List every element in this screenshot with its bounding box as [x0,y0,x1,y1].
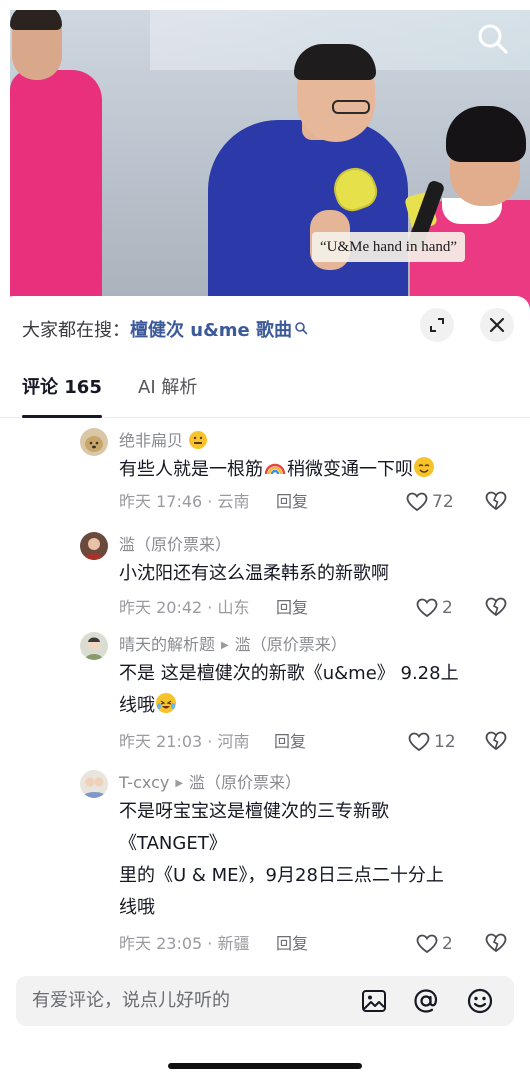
tab-ai-analysis[interactable]: AI 解析 [138,374,197,418]
dislike-button[interactable] [485,597,507,619]
comment-text: 有些人就是一根筋 稍微变通一下呗 [119,454,499,486]
comment-item: 晴天的解析题 ▶ 滥（原价票来） 不是 这是檀健次的新歌《u&me》 9.28上 线… [0,624,530,762]
like-button[interactable]: 2 [416,595,453,621]
comment-text-part: 稍微变通一下呗 [287,459,413,480]
comment-text-line: 线哦 [119,690,499,722]
heart-icon [416,934,438,954]
close-icon [489,317,505,333]
avatar[interactable] [80,532,108,560]
comment-list[interactable]: 绝非扁贝 有些人就是一根筋 稍微变通一下呗 昨天 17:46 · 云南 回复 7… [0,420,530,968]
image-button[interactable] [360,987,388,1015]
comment-text-part: 有些人就是一根筋 [119,459,263,480]
expand-button[interactable] [420,308,454,342]
broken-heart-icon [485,597,507,617]
comment-time-location: 昨天 17:46 · 云南 [119,492,250,511]
broken-heart-icon [485,491,507,511]
tab-bar: 评论 165 AI 解析 [0,374,530,418]
person-center-glasses [332,100,370,114]
avatar[interactable] [80,770,108,798]
broken-heart-icon [485,933,507,953]
image-icon [362,990,386,1012]
reply-button[interactable]: 回复 [276,932,308,956]
like-button[interactable]: 72 [406,489,454,515]
comment-item: 绝非扁贝 有些人就是一根筋 稍微变通一下呗 昨天 17:46 · 云南 回复 7… [0,420,530,524]
reply-button[interactable]: 回复 [274,730,306,754]
reply-button[interactable]: 回复 [276,490,308,514]
like-count: 12 [434,732,456,752]
comment-time-location: 昨天 20:42 · 山东 [119,598,250,617]
video-player[interactable]: “U&Me hand in hand” [0,0,530,310]
video-frame[interactable] [10,10,530,310]
heart-icon [408,732,430,752]
comment-time-location: 昨天 23:05 · 新疆 [119,934,250,953]
like-count: 2 [442,934,453,954]
comment-item: T-cxcy ▶ 滥（原价票来） 不是呀宝宝这是檀健次的三专新歌 《TANGET》 … [0,762,530,968]
person-center-hair [294,44,376,80]
avatar[interactable] [80,632,108,660]
comment-input-bar[interactable]: 有爱评论，说点儿好听的 [16,976,514,1026]
rainbow-emoji-icon [264,457,286,477]
reply-button[interactable]: 回复 [276,596,308,620]
person-left-hair [10,10,62,30]
heart-icon [406,492,428,512]
video-subtitle: “U&Me hand in hand” [312,232,466,262]
smile-emoji-icon [414,457,434,477]
expand-icon [430,318,444,332]
like-button[interactable]: 2 [416,931,453,957]
like-button[interactable]: 12 [408,729,456,755]
author-name: 晴天的解析题 [119,635,216,654]
comment-text-line: 《TANGET》 [119,833,227,854]
comment-text-line: 不是呀宝宝这是檀健次的三专新歌 [119,801,389,822]
dislike-button[interactable] [485,933,507,955]
laugh-cry-emoji-icon [156,693,176,713]
close-button[interactable] [480,308,514,342]
like-count: 72 [432,492,454,512]
suggestion-prefix: 大家都在搜： [22,320,130,341]
tab-comments[interactable]: 评论 165 [22,374,102,418]
heart-icon [416,598,438,618]
comment-input[interactable]: 有爱评论，说点儿好听的 [32,976,230,1026]
author-name: T-cxcy [119,773,170,792]
comment-text: 不是 这是檀健次的新歌《u&me》 9.28上 线哦 [119,658,499,722]
suggestion-query-link[interactable]: 檀健次 u&me 歌曲 [130,320,292,341]
dislike-button[interactable] [485,731,507,753]
like-count: 2 [442,598,453,618]
comment-author[interactable]: 滥（原价票来） [119,534,231,556]
emoji-icon [467,988,493,1014]
author-name: 绝非扁贝 [119,431,184,450]
comment-time-location: 昨天 21:03 · 河南 [119,732,250,751]
comment-author[interactable]: 绝非扁贝 [119,430,208,452]
reply-to-name: 滥（原价票来） [189,773,302,792]
comment-sheet: 大家都在搜：檀健次 u&me 歌曲 评论 165 AI 解析 绝非扁贝 有些人就… [0,296,530,1080]
reply-arrow-icon: ▶ [175,778,184,789]
comment-text-line: 里的《U & ME》，9月28日三点二十分上 [119,865,444,886]
reply-arrow-icon: ▶ [221,640,229,651]
comment-text-part: 线哦 [119,695,155,716]
person-left-shirt [10,70,102,310]
comment-author[interactable]: 晴天的解析题 ▶ 滥（原价票来） [119,634,347,656]
avatar[interactable] [80,428,108,456]
search-button[interactable] [474,20,512,58]
comment-author[interactable]: T-cxcy ▶ 滥（原价票来） [119,772,301,794]
search-suggestion[interactable]: 大家都在搜：檀健次 u&me 歌曲 [22,316,308,344]
dislike-button[interactable] [485,491,507,513]
search-icon [294,316,308,344]
reply-to-name: 滥（原价票来） [234,635,347,654]
emoji-button[interactable] [466,987,494,1015]
person-right-hair [446,106,526,162]
comment-text: 小沈阳还有这么温柔韩系的新歌啊 [119,563,389,584]
comment-text-line: 不是 这是檀健次的新歌《u&me》 9.28上 [119,663,459,684]
mention-button[interactable] [412,987,440,1015]
search-icon [478,24,508,54]
at-icon [414,989,438,1013]
comment-text-line: 线哦 [119,897,155,918]
broken-heart-icon [485,731,507,751]
comment-text: 不是呀宝宝这是檀健次的三专新歌 《TANGET》 里的《U & ME》，9月28… [119,796,499,924]
grimace-emoji-icon [189,431,208,449]
home-indicator[interactable] [168,1063,362,1069]
comment-item: 滥（原价票来） 小沈阳还有这么温柔韩系的新歌啊 昨天 20:42 · 山东 回复… [0,524,530,624]
person-center-shirt [208,120,408,310]
